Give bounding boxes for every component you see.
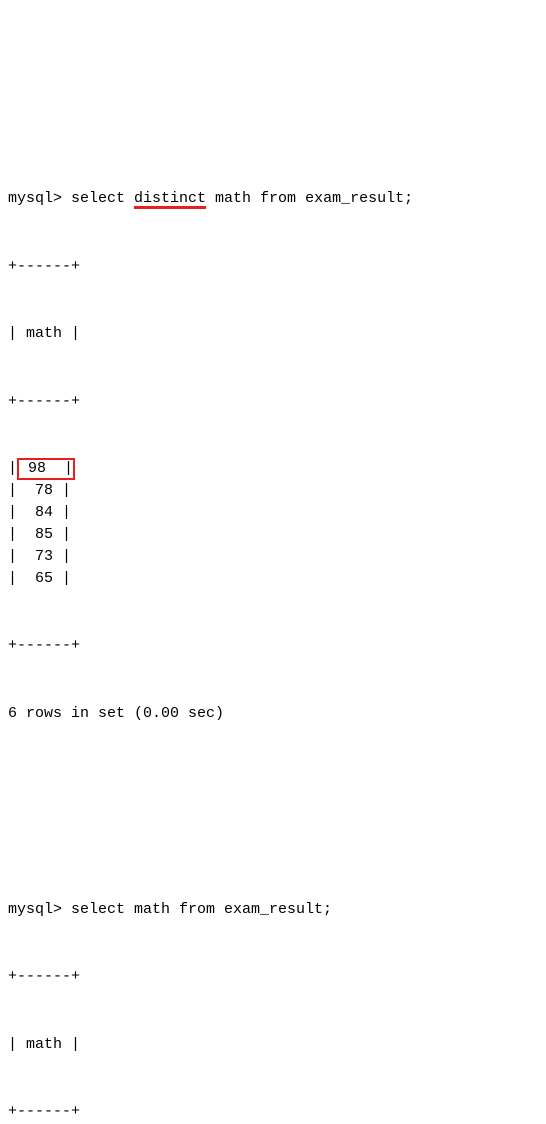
table-row: | 85| xyxy=(8,524,538,546)
pipe: | xyxy=(55,458,73,481)
table-row: | 78| xyxy=(8,480,538,502)
column-header: math xyxy=(26,1036,62,1053)
table-border: +------+ xyxy=(8,391,538,414)
pipe: | xyxy=(8,480,26,503)
pipe: | xyxy=(8,568,26,591)
table-row: | 73| xyxy=(8,546,538,568)
column-header: math xyxy=(26,325,62,342)
table-row: |98 | xyxy=(8,458,538,480)
highlighted-value: 98 | xyxy=(17,458,75,480)
table-border: +------+ xyxy=(8,256,538,279)
distinct-keyword: distinct xyxy=(134,191,206,209)
result-footer: 6 rows in set (0.00 sec) xyxy=(8,703,538,726)
table-header-row: | math | xyxy=(8,323,538,346)
table-row: | 84| xyxy=(8,502,538,524)
query-line-2: mysql> select math from exam_result; xyxy=(8,899,538,922)
pipe: | xyxy=(62,568,71,591)
pipe: | xyxy=(62,524,71,547)
pipe: | xyxy=(8,546,26,569)
pipe: | xyxy=(62,546,71,569)
cell-value: 98 xyxy=(19,458,55,481)
query-line-1: mysql> select distinct math from exam_re… xyxy=(8,188,538,211)
table-border: +------+ xyxy=(8,635,538,658)
pipe: | xyxy=(8,458,17,481)
cell-value: 73 xyxy=(26,546,62,569)
pipe: | xyxy=(62,480,71,503)
table-border: +------+ xyxy=(8,1101,538,1124)
cell-value: 84 xyxy=(26,502,62,525)
table-row: | 65| xyxy=(8,568,538,590)
table-body-1: |98 || 78|| 84|| 85|| 73|| 65| xyxy=(8,458,538,590)
mysql-prompt: mysql> xyxy=(8,901,62,918)
cell-value: 78 xyxy=(26,480,62,503)
table-header-row: | math | xyxy=(8,1034,538,1057)
table-border: +------+ xyxy=(8,966,538,989)
mysql-prompt: mysql> xyxy=(8,190,62,207)
pipe: | xyxy=(8,524,26,547)
terminal-output: mysql> select distinct math from exam_re… xyxy=(8,98,538,1124)
pipe: | xyxy=(8,502,26,525)
cell-value: 65 xyxy=(26,568,62,591)
cell-value: 85 xyxy=(26,524,62,547)
pipe: | xyxy=(62,502,71,525)
